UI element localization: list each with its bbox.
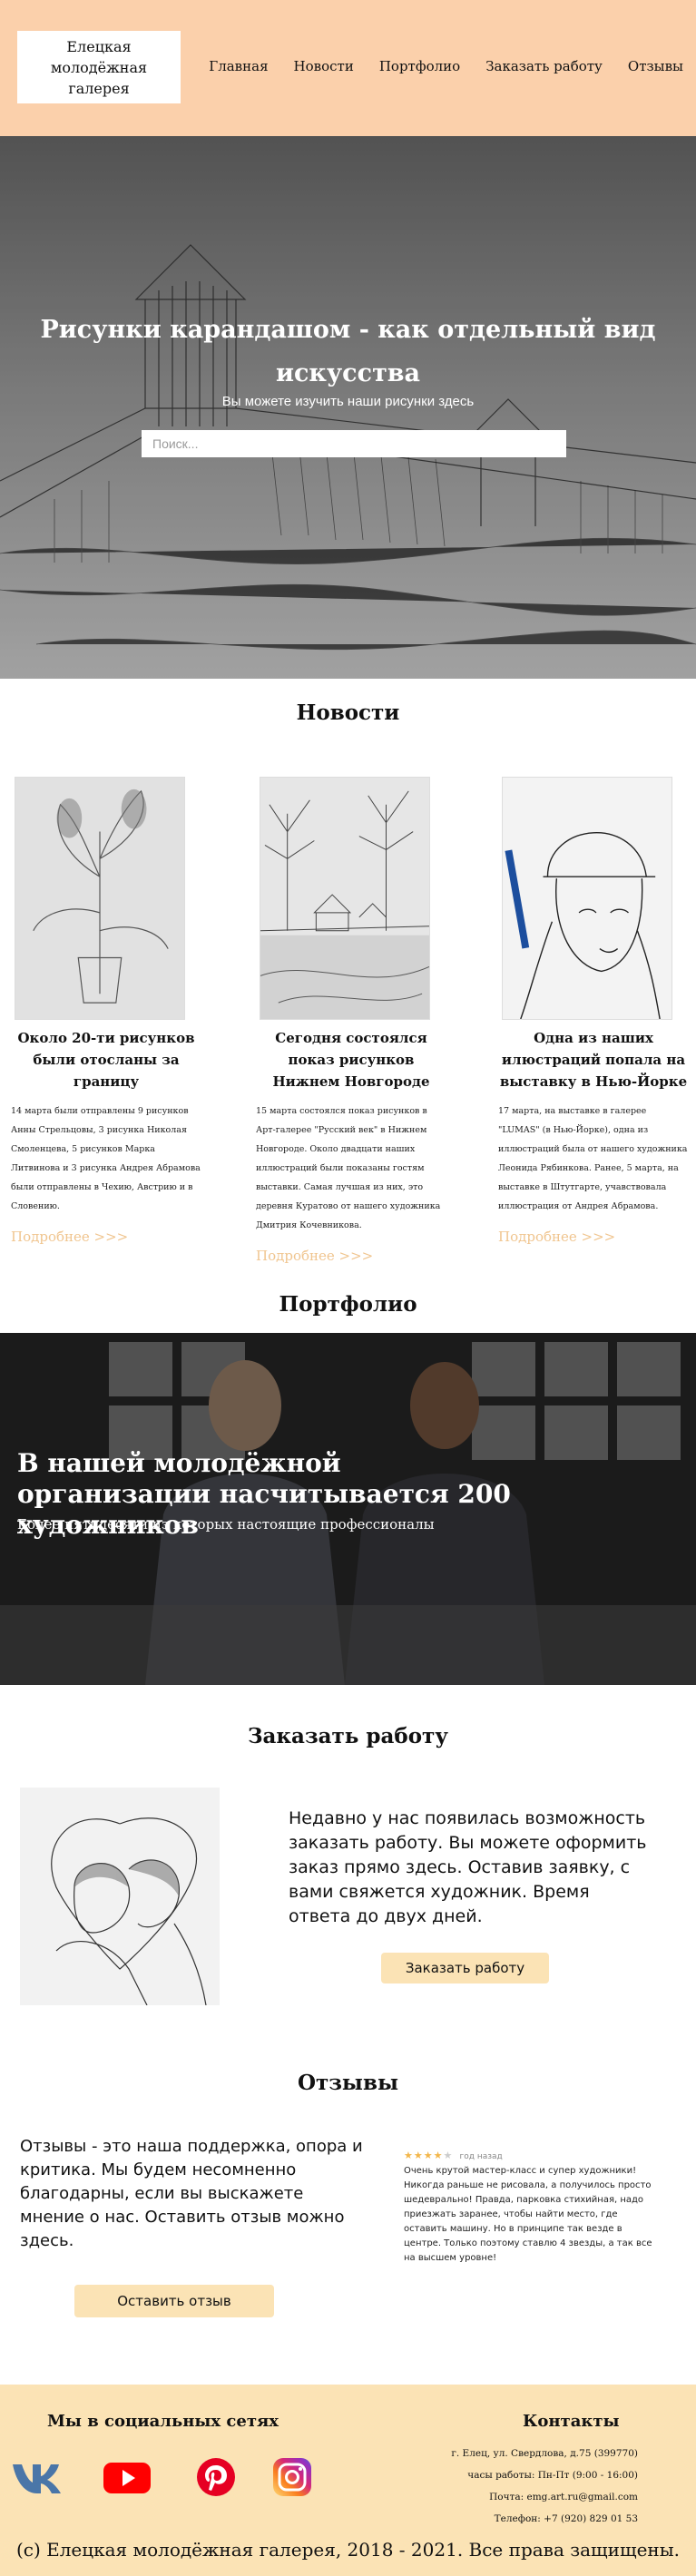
nav-link-order[interactable]: Заказать работу bbox=[485, 58, 603, 74]
news-heading: Сегодня состоялся показ рисунков Нижнем … bbox=[272, 1030, 430, 1090]
instagram-icon[interactable] bbox=[272, 2457, 316, 2497]
news-card: Сегодня состоялся показ рисунков Нижнем … bbox=[256, 777, 446, 1264]
order-button[interactable]: Заказать работу bbox=[381, 1953, 549, 1983]
news-more-link[interactable]: Подробнее >>> bbox=[256, 1248, 373, 1264]
news-heading: Одна из наших илюстраций попала на выста… bbox=[499, 1030, 688, 1090]
news-heading: Около 20-ти рисунков были отосланы за гр… bbox=[17, 1030, 195, 1090]
contacts-title: Контакты bbox=[523, 2412, 620, 2431]
review-text: Очень крутой мастер-класс и супер художн… bbox=[404, 2166, 652, 2263]
nav-link-reviews[interactable]: Отзывы bbox=[628, 58, 683, 74]
news-more-link[interactable]: Подробнее >>> bbox=[11, 1229, 128, 1245]
site-logo[interactable]: Елецкая молодёжная галерея bbox=[17, 31, 181, 103]
news-card: Около 20-ти рисунков были отосланы за гр… bbox=[11, 777, 201, 1245]
portfolio-section-title: Портфолио bbox=[279, 1292, 417, 1317]
site-header: Елецкая молодёжная галерея Главная Новос… bbox=[0, 0, 696, 136]
contacts-block: г. Елец, ул. Свердлова, д.75 (399770) ча… bbox=[451, 2443, 638, 2530]
news-section-title: Новости bbox=[296, 700, 400, 725]
review-card: ★★★★★ год назад Очень крутой мастер-клас… bbox=[404, 2149, 653, 2266]
reviews-section-title: Отзывы bbox=[297, 2071, 399, 2095]
hero-title: Рисунки карандашом - как отдельный вид и… bbox=[40, 316, 656, 387]
copyright: (с) Елецкая молодёжная галерея, 2018 - 2… bbox=[15, 2539, 681, 2561]
nav-link-news[interactable]: Новости bbox=[294, 58, 354, 74]
news-card: Одна из наших илюстраций попала на выста… bbox=[498, 777, 689, 1245]
hero-banner: Рисунки карандашом - как отдельный вид и… bbox=[0, 136, 696, 679]
contact-hours: часы работы: Пн-Пт (9:00 - 16:00) bbox=[467, 2470, 638, 2481]
nav-link-portfolio[interactable]: Портфолио bbox=[379, 58, 460, 74]
review-date: год назад bbox=[459, 2152, 503, 2161]
site-footer: Мы в социальных сетях Контакты г. Елец, … bbox=[0, 2385, 696, 2576]
hero-subtitle: Вы можете изучить наши рисунки здесь bbox=[221, 394, 475, 409]
news-image-village bbox=[260, 777, 430, 1020]
order-sketch-image bbox=[20, 1788, 220, 2005]
news-image-lilies bbox=[15, 777, 185, 1020]
main-nav: Главная Новости Портфолио Заказать работ… bbox=[209, 58, 683, 74]
news-more-link[interactable]: Подробнее >>> bbox=[498, 1229, 615, 1245]
news-text: 14 марта были отправлены 9 рисунков Анны… bbox=[11, 1106, 201, 1211]
reviews-description: Отзывы - это наша поддержка, опора и кри… bbox=[20, 2137, 363, 2250]
leave-review-button[interactable]: Оставить отзыв bbox=[74, 2285, 274, 2317]
news-text: 17 марта, на выставке в галерее "LUMAS" … bbox=[498, 1106, 688, 1211]
search-input[interactable] bbox=[142, 430, 566, 457]
social-title: Мы в социальных сетях bbox=[47, 2412, 279, 2431]
nav-link-home[interactable]: Главная bbox=[209, 58, 268, 74]
contact-email[interactable]: Почта: emg.art.ru@gmail.com bbox=[451, 2486, 638, 2508]
order-section-title: Заказать работу bbox=[247, 1724, 449, 1748]
vk-icon[interactable] bbox=[11, 2457, 61, 2497]
order-description: Недавно у нас появилась возможность зака… bbox=[289, 1808, 647, 1926]
news-image-girl-sketch bbox=[502, 777, 672, 1020]
review-rating-stars: ★★★★★ bbox=[404, 2150, 454, 2161]
contact-address: г. Елец, ул. Свердлова, д.75 (399770) bbox=[451, 2448, 638, 2459]
contact-phone[interactable]: Телефон: +7 (920) 829 01 53 bbox=[451, 2508, 638, 2530]
portfolio-banner: В нашей молодёжной организации насчитыва… bbox=[0, 1333, 696, 1685]
youtube-icon[interactable] bbox=[103, 2457, 151, 2497]
news-text: 15 марта состоялся показ рисунков в Арт-… bbox=[256, 1106, 441, 1230]
pinterest-icon[interactable] bbox=[196, 2457, 240, 2497]
review-meta: ★★★★★ год назад bbox=[404, 2149, 653, 2164]
portfolio-banner-subtitle: Более пятидесяти из которых настоящие пр… bbox=[17, 1516, 435, 1533]
